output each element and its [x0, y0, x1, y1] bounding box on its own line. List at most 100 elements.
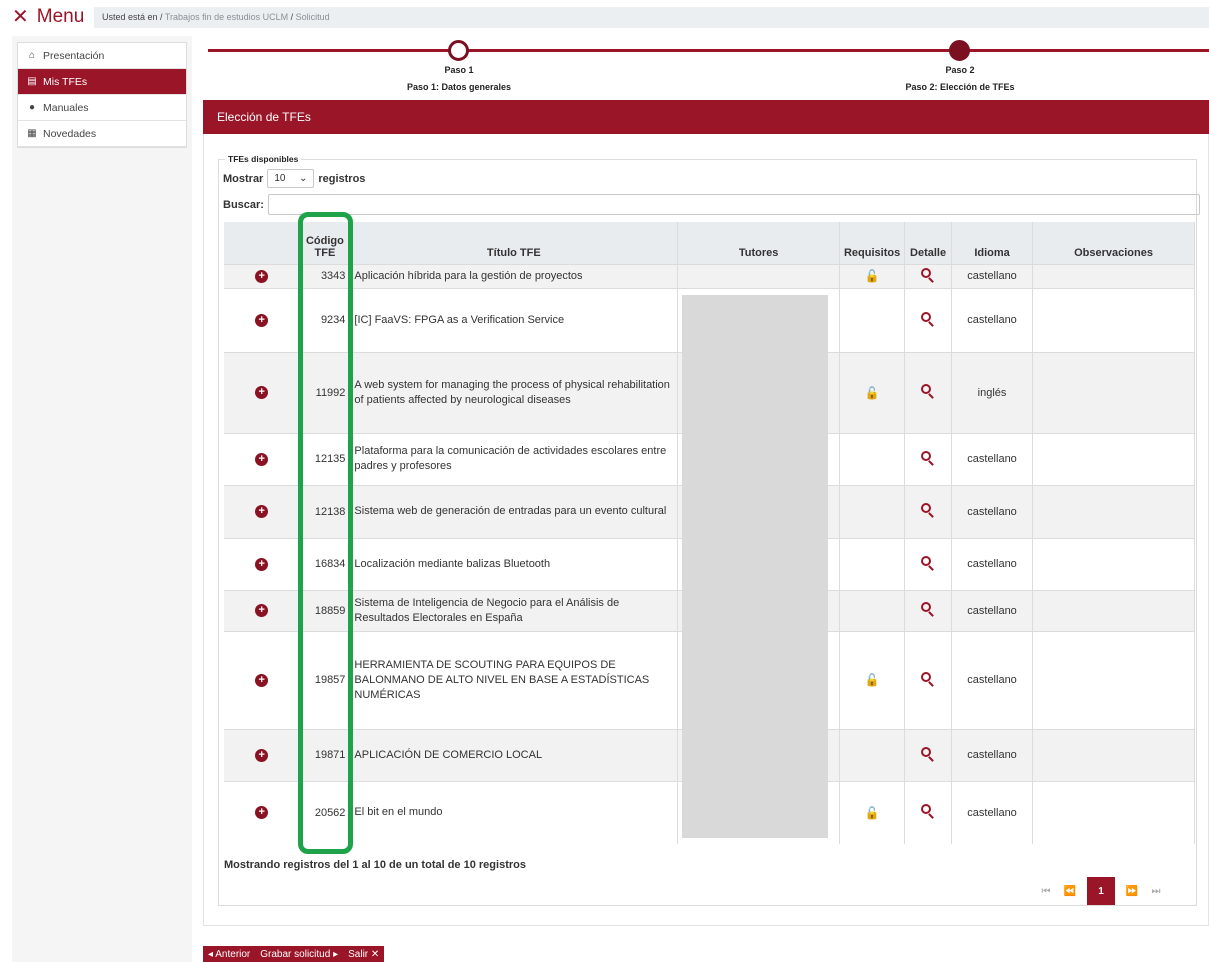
- title-cell: [IC] FaaVS: FPGA as a Verification Servi…: [349, 287, 679, 352]
- previous-button[interactable]: ◂ Anterior: [208, 949, 250, 960]
- add-icon[interactable]: +: [255, 557, 269, 571]
- requirements-cell: 🔓: [839, 351, 906, 433]
- observations-cell: [1032, 728, 1195, 781]
- language-cell: castellano: [951, 263, 1034, 288]
- sidebar-item-label: Manuales: [43, 101, 89, 114]
- menu-button[interactable]: ✕ Menu: [12, 6, 84, 28]
- requirements-cell: [839, 589, 906, 631]
- pagination: ⏮ ⏪ 1 ⏩ ⏭: [1034, 877, 1168, 905]
- sidebar-item-mis-tfes[interactable]: ▤ Mis TFEs: [18, 69, 186, 95]
- language-cell: castellano: [951, 589, 1034, 631]
- search-input[interactable]: [267, 194, 1200, 215]
- search-icon[interactable]: [921, 746, 935, 762]
- search-icon[interactable]: [921, 804, 935, 820]
- search-icon[interactable]: [921, 503, 935, 518]
- next-page-icon[interactable]: ⏩: [1120, 877, 1144, 905]
- search-icon[interactable]: [921, 602, 935, 617]
- last-page-icon[interactable]: ⏭: [1144, 877, 1168, 905]
- requirements-cell: 🔓: [839, 630, 906, 729]
- save-request-button[interactable]: Grabar solicitud ▸: [260, 949, 338, 960]
- add-cell: +: [224, 287, 301, 352]
- search-icon[interactable]: [921, 555, 935, 571]
- add-icon[interactable]: +: [255, 386, 269, 399]
- unlock-icon[interactable]: 🔓: [865, 269, 880, 283]
- page-length-select[interactable]: 10 ⌄: [267, 169, 315, 188]
- add-icon[interactable]: +: [255, 673, 269, 687]
- col-language[interactable]: Idioma: [951, 222, 1034, 264]
- col-tutors[interactable]: Tutores: [677, 222, 841, 264]
- add-icon[interactable]: +: [255, 604, 269, 617]
- add-cell: +: [224, 630, 301, 729]
- breadcrumb-prefix: Usted está en: [102, 12, 158, 22]
- observations-cell: [1032, 432, 1195, 485]
- search-icon[interactable]: [921, 450, 935, 466]
- steps-line: [208, 49, 1209, 52]
- add-icon[interactable]: +: [255, 806, 269, 820]
- detail-cell: [904, 537, 953, 590]
- exit-button[interactable]: Salir ✕: [348, 949, 379, 960]
- title-cell: HERRAMIENTA DE SCOUTING PARA EQUIPOS DE …: [349, 630, 679, 729]
- search-icon[interactable]: [921, 267, 935, 283]
- previous-page-icon[interactable]: ⏪: [1058, 877, 1082, 905]
- first-page-icon[interactable]: ⏮: [1034, 877, 1058, 905]
- code-cell: 12138: [299, 484, 351, 538]
- col-observations[interactable]: Observaciones: [1032, 222, 1195, 264]
- search-icon[interactable]: [921, 311, 935, 327]
- detail-cell: [904, 351, 953, 433]
- language-cell: castellano: [951, 287, 1034, 352]
- wizard-steps: Paso 1 Paso 1: Datos generales Paso 2 Pa…: [208, 38, 1209, 98]
- requirements-cell: [839, 484, 906, 538]
- search-icon[interactable]: [921, 384, 935, 399]
- requirements-cell: 🔓: [839, 780, 906, 844]
- code-cell: 18859: [299, 589, 351, 631]
- requirements-cell: [839, 287, 906, 352]
- language-cell: castellano: [951, 537, 1034, 590]
- search-icon[interactable]: [921, 671, 935, 687]
- close-icon: ✕: [12, 6, 29, 28]
- unlock-icon[interactable]: 🔓: [865, 673, 880, 687]
- title-cell: Aplicación híbrida para la gestión de pr…: [349, 263, 679, 288]
- add-cell: +: [224, 537, 301, 590]
- unlock-icon[interactable]: 🔓: [865, 386, 880, 400]
- sidebar-item-manuales[interactable]: ● Manuales: [18, 95, 186, 121]
- requirements-cell: [839, 728, 906, 781]
- observations-cell: [1032, 630, 1195, 729]
- add-icon[interactable]: +: [255, 452, 269, 466]
- requirements-cell: [839, 432, 906, 485]
- sidebar-item-presentacion[interactable]: ⌂ Presentación: [18, 43, 186, 69]
- step-1-indicator[interactable]: [448, 40, 469, 61]
- add-icon[interactable]: +: [255, 505, 269, 518]
- document-icon: ▤: [27, 76, 37, 87]
- news-icon: ▦: [27, 128, 37, 139]
- requirements-cell: 🔓: [839, 263, 906, 288]
- col-code[interactable]: Código TFE: [299, 222, 351, 264]
- step-2-indicator[interactable]: [949, 40, 970, 61]
- language-cell: castellano: [951, 728, 1034, 781]
- sidebar: ⌂ Presentación ▤ Mis TFEs ● Manuales ▦ N…: [17, 42, 187, 148]
- observations-cell: [1032, 263, 1195, 288]
- col-detail[interactable]: Detalle: [904, 222, 953, 264]
- sidebar-item-novedades[interactable]: ▦ Novedades: [18, 121, 186, 147]
- page-1-button[interactable]: 1: [1087, 877, 1115, 905]
- add-icon[interactable]: +: [255, 313, 269, 327]
- add-icon[interactable]: +: [255, 269, 269, 283]
- language-cell: castellano: [951, 780, 1034, 844]
- col-title[interactable]: Título TFE: [349, 222, 679, 264]
- title-cell: Sistema web de generación de entradas pa…: [349, 484, 679, 538]
- title-cell: Sistema de Inteligencia de Negocio para …: [349, 589, 679, 631]
- unlock-icon[interactable]: 🔓: [865, 806, 880, 820]
- code-cell: 9234: [299, 287, 351, 352]
- col-requirements[interactable]: Requisitos: [839, 222, 906, 264]
- breadcrumb-item-tfe[interactable]: Trabajos fin de estudios UCLM: [165, 12, 288, 22]
- language-cell: castellano: [951, 630, 1034, 729]
- sidebar-item-label: Novedades: [43, 127, 97, 140]
- sidebar-background: [12, 36, 192, 962]
- step-1-title: Paso 1: [444, 65, 474, 75]
- add-cell: +: [224, 728, 301, 781]
- add-icon[interactable]: +: [255, 748, 269, 762]
- code-cell: 11992: [299, 351, 351, 433]
- add-cell: +: [224, 484, 301, 538]
- info-icon: ●: [28, 102, 36, 113]
- add-cell: +: [224, 351, 301, 433]
- observations-cell: [1032, 537, 1195, 590]
